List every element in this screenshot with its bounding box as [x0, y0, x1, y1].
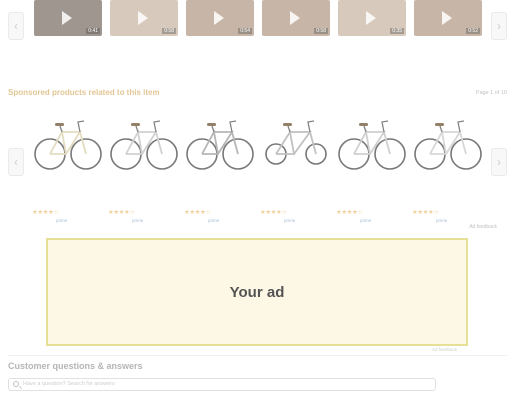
chevron-left-icon: ‹: [14, 19, 18, 33]
bike-frame: [201, 129, 239, 155]
bicycle-image[interactable]: [184, 104, 256, 174]
product-card[interactable]: ★★★★☆ prime: [108, 104, 180, 228]
video-duration: 0:58: [314, 28, 328, 34]
play-icon: [138, 11, 148, 25]
handlebar: [381, 120, 389, 133]
qa-search-placeholder: Have a question? Search for answers: [23, 381, 115, 387]
video-card[interactable]: 0:58: [110, 0, 180, 68]
play-icon: [366, 11, 376, 25]
folding-bicycle-image[interactable]: [260, 104, 332, 174]
prime-badge: prime: [132, 218, 144, 223]
product-card[interactable]: ★★★★☆ prime: [412, 104, 484, 228]
star-rating: ★★★★☆: [336, 209, 363, 216]
bike-frame: [353, 129, 391, 155]
video-duration: 0:52: [466, 28, 480, 34]
product-card[interactable]: ★★★★☆ prime: [336, 104, 408, 228]
carousel-prev-button[interactable]: ‹: [8, 148, 24, 176]
star-rating: ★★★★☆: [108, 209, 135, 216]
video-duration: 0:54: [238, 28, 252, 34]
ad-feedback-link[interactable]: Ad feedback: [469, 224, 497, 230]
bicycle-image[interactable]: [412, 104, 484, 174]
sponsored-title: Sponsored products related to this item: [8, 88, 160, 97]
seat-post: [59, 125, 63, 133]
chevron-right-icon: ›: [497, 19, 501, 33]
carousel-prev-button[interactable]: ‹: [8, 12, 24, 40]
bicycle-image[interactable]: [336, 104, 408, 174]
video-duration: 0:58: [162, 28, 176, 34]
qa-section-title: Customer questions & answers: [8, 361, 143, 371]
seat-post: [287, 125, 291, 133]
ad-feedback-link[interactable]: Ad feedback: [432, 347, 457, 352]
video-thumbnail[interactable]: 0:41: [34, 0, 102, 36]
video-card[interactable]: 0:58: [262, 0, 332, 68]
bicycle-image[interactable]: [108, 104, 180, 174]
prime-badge: prime: [436, 218, 448, 223]
saddle: [131, 123, 140, 126]
play-icon: [442, 11, 452, 25]
video-card[interactable]: 0:35: [338, 0, 408, 68]
saddle: [207, 123, 216, 126]
chevron-right-icon: ›: [497, 155, 501, 169]
saddle: [55, 123, 64, 126]
sponsored-products-carousel: ‹ ★★★★☆ prime ★★★★☆ prime ★★★★☆ prime ★★…: [0, 104, 515, 230]
bike-frame: [125, 129, 163, 155]
handlebar: [457, 120, 465, 133]
video-thumbnail[interactable]: 0:54: [186, 0, 254, 36]
video-thumbnail[interactable]: 0:58: [110, 0, 178, 36]
handlebar: [153, 120, 161, 133]
video-duration: 0:41: [86, 28, 100, 34]
chevron-left-icon: ‹: [14, 155, 18, 169]
saddle: [435, 123, 444, 126]
bike-frame: [275, 129, 317, 155]
seat-post: [439, 125, 443, 133]
video-card[interactable]: 0:41: [34, 0, 104, 68]
carousel-next-button[interactable]: ›: [491, 148, 507, 176]
prime-badge: prime: [360, 218, 372, 223]
prime-badge: prime: [56, 218, 68, 223]
play-icon: [214, 11, 224, 25]
star-rating: ★★★★☆: [260, 209, 287, 216]
saddle: [359, 123, 368, 126]
page-indicator: Page 1 of 10: [475, 90, 507, 96]
bike-frame: [49, 129, 87, 155]
bicycle-image[interactable]: [32, 104, 104, 174]
video-duration: 0:35: [390, 28, 404, 34]
star-rating: ★★★★☆: [32, 209, 59, 216]
video-thumbnail[interactable]: 0:58: [262, 0, 330, 36]
seat-post: [211, 125, 215, 133]
ad-slot[interactable]: Your ad: [46, 238, 468, 346]
video-card[interactable]: 0:54: [186, 0, 256, 68]
star-rating: ★★★★☆: [412, 209, 439, 216]
qa-search-input[interactable]: Have a question? Search for answers: [8, 378, 436, 391]
product-card[interactable]: ★★★★☆ prime: [32, 104, 104, 228]
ad-label: Your ad: [229, 284, 285, 301]
carousel-next-button[interactable]: ›: [491, 12, 507, 40]
section-divider: [8, 355, 507, 356]
seat-post: [363, 125, 367, 133]
saddle: [283, 123, 292, 126]
handlebar: [307, 120, 315, 133]
product-card[interactable]: ★★★★☆ prime: [184, 104, 256, 228]
video-carousel: ‹ 0:41 0:58 0:54 0:58 0:35 0:52 ›: [0, 0, 515, 72]
video-card[interactable]: 0:52: [414, 0, 484, 68]
video-thumbnail[interactable]: 0:35: [338, 0, 406, 36]
play-icon: [62, 11, 72, 25]
handlebar: [77, 120, 85, 133]
star-rating: ★★★★☆: [184, 209, 211, 216]
search-icon: [13, 381, 19, 387]
bike-frame: [429, 129, 467, 155]
prime-badge: prime: [208, 218, 220, 223]
product-card[interactable]: ★★★★☆ prime: [260, 104, 332, 228]
play-icon: [290, 11, 300, 25]
prime-badge: prime: [284, 218, 296, 223]
handlebar: [229, 120, 237, 133]
video-thumbnail[interactable]: 0:52: [414, 0, 482, 36]
seat-post: [135, 125, 139, 133]
